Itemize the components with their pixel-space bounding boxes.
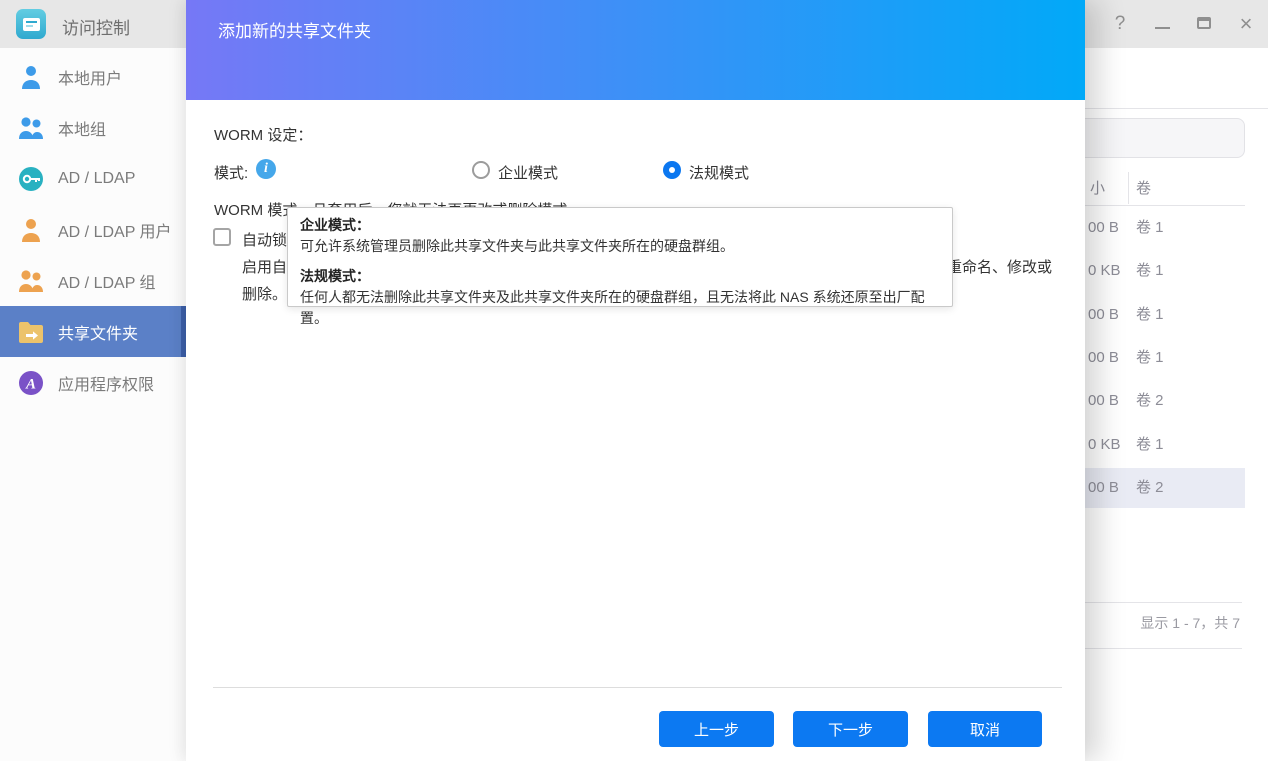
- table-column-header-size: 小: [1090, 177, 1105, 198]
- info-icon[interactable]: i: [256, 159, 276, 179]
- sidebar-item-ad-ldap-users[interactable]: AD / LDAP 用户: [0, 204, 186, 255]
- pagination-divider-top: [1060, 602, 1242, 603]
- group-icon: [18, 115, 44, 141]
- footer-divider: [213, 687, 1062, 688]
- table-column-header-volume: 卷: [1136, 177, 1151, 198]
- autolock-description-line2: 删除。: [242, 283, 287, 304]
- key-icon: [18, 166, 44, 192]
- autolock-checkbox[interactable]: [213, 228, 231, 246]
- table-row[interactable]: 00 B 卷 2: [1060, 381, 1245, 421]
- table-row[interactable]: 00 B 卷 1: [1060, 295, 1245, 335]
- table-row[interactable]: 0 KB 卷 1: [1060, 425, 1245, 465]
- mode-label: 模式:: [214, 162, 248, 183]
- background-toolbar-divider: [1060, 108, 1268, 109]
- table-header-divider: [1060, 205, 1245, 206]
- tooltip-compliance-title: 法规模式：: [300, 266, 940, 287]
- pagination-divider-bottom: [1060, 648, 1242, 649]
- screen: 访问控制 ? × 本地用户 本地组 AD / LDAP: [0, 0, 1268, 761]
- app-title: 访问控制: [62, 14, 130, 39]
- table-row[interactable]: 00 B 卷 1: [1060, 208, 1245, 248]
- minimize-icon[interactable]: [1152, 13, 1172, 35]
- sidebar-item-label: AD / LDAP: [58, 170, 135, 188]
- user-icon: [18, 64, 44, 90]
- close-icon[interactable]: ×: [1236, 11, 1256, 37]
- group-icon: [18, 268, 44, 294]
- sidebar-item-local-groups[interactable]: 本地组: [0, 102, 186, 153]
- sidebar-item-label: 本地组: [58, 116, 106, 140]
- tooltip-enterprise-title: 企业模式：: [300, 215, 940, 236]
- table-row[interactable]: 00 B 卷 1: [1060, 338, 1245, 378]
- tooltip-enterprise-desc: 可允许系统管理员删除此共享文件夹与此共享文件夹所在的硬盘群组。: [300, 236, 940, 257]
- sidebar-item-ad-ldap-groups[interactable]: AD / LDAP 组: [0, 255, 186, 306]
- radio-compliance-mode[interactable]: [663, 161, 681, 179]
- mode-tooltip: 企业模式： 可允许系统管理员删除此共享文件夹与此共享文件夹所在的硬盘群组。 法规…: [287, 207, 953, 307]
- cancel-button[interactable]: 取消: [928, 711, 1042, 747]
- worm-section-label: WORM 设定：: [214, 124, 312, 145]
- shared-folder-icon: [18, 319, 44, 345]
- sidebar-item-label: 应用程序权限: [58, 371, 154, 395]
- next-step-button[interactable]: 下一步: [793, 711, 908, 747]
- user-icon: [18, 217, 44, 243]
- help-icon[interactable]: ?: [1110, 13, 1130, 35]
- search-input[interactable]: [1062, 118, 1245, 158]
- sidebar-item-label: AD / LDAP 组: [58, 269, 156, 293]
- add-shared-folder-dialog: 添加新的共享文件夹 WORM 设定： 模式: i 企业模式 法规模式 WORM …: [186, 0, 1085, 761]
- sidebar: 本地用户 本地组 AD / LDAP AD / LDAP 用户 AD / LDA: [0, 48, 186, 761]
- svg-text:A: A: [25, 376, 36, 392]
- table-column-divider: [1128, 172, 1129, 204]
- radio-enterprise-label[interactable]: 企业模式: [498, 162, 558, 183]
- sidebar-item-label: AD / LDAP 用户: [58, 218, 172, 242]
- maximize-icon[interactable]: [1194, 13, 1214, 35]
- sidebar-item-label: 本地用户: [58, 65, 122, 89]
- app-privilege-icon: A: [18, 370, 44, 396]
- sidebar-item-local-users[interactable]: 本地用户: [0, 51, 186, 102]
- tooltip-compliance-desc: 任何人都无法删除此共享文件夹及此共享文件夹所在的硬盘群组，且无法将此 NAS 系…: [300, 287, 940, 329]
- sidebar-item-label: 共享文件夹: [58, 320, 138, 344]
- sidebar-item-shared-folders[interactable]: 共享文件夹: [0, 306, 186, 357]
- sidebar-item-app-privileges[interactable]: A 应用程序权限: [0, 357, 186, 408]
- radio-enterprise-mode[interactable]: [472, 161, 490, 179]
- dialog-title: 添加新的共享文件夹: [218, 17, 371, 42]
- radio-compliance-label[interactable]: 法规模式: [689, 162, 749, 183]
- sidebar-item-ad-ldap[interactable]: AD / LDAP: [0, 153, 186, 204]
- window-controls: ? ×: [1110, 0, 1256, 48]
- dialog-header: 添加新的共享文件夹: [186, 0, 1085, 100]
- table-row[interactable]: 0 KB 卷 1: [1060, 251, 1245, 291]
- pagination-status: 显示 1 - 7，共 7: [1140, 613, 1240, 633]
- table-row-selected[interactable]: 00 B 卷 2: [1060, 468, 1245, 508]
- access-control-app-icon: [16, 9, 46, 39]
- previous-step-button[interactable]: 上一步: [659, 711, 774, 747]
